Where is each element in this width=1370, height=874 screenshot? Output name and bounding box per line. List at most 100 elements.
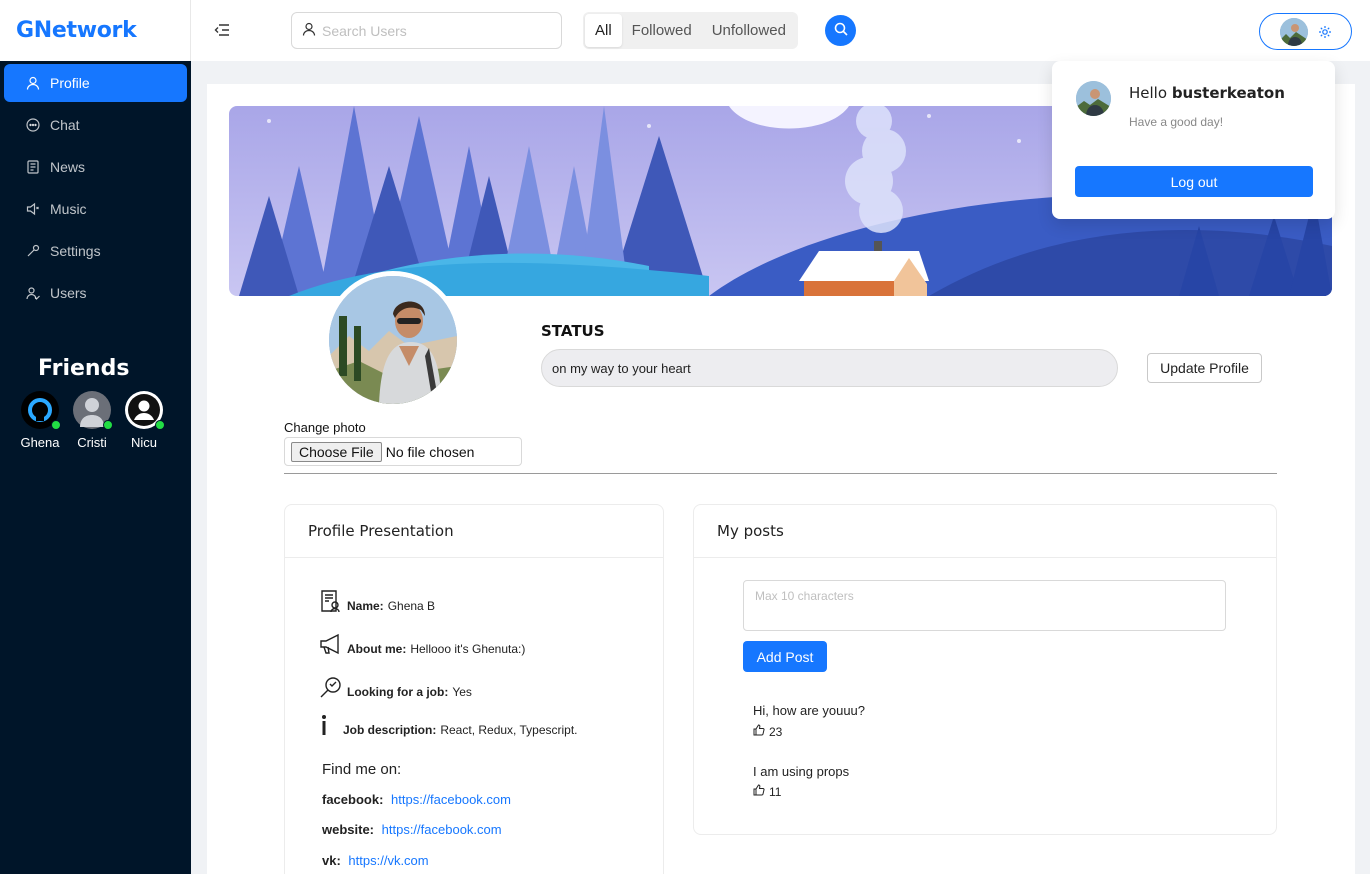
news-icon: [26, 160, 40, 174]
user-filter-segmented: All Followed Unfollowed: [583, 12, 798, 49]
about-value: Hellooo it's Ghenuta:): [410, 642, 526, 656]
like-icon: [753, 724, 769, 739]
social-label: website:: [322, 822, 375, 837]
social-link[interactable]: https://facebook.com: [391, 792, 511, 807]
file-status: No file chosen: [385, 443, 475, 460]
side-menu: Profile Chat News Music Settings Users: [0, 61, 191, 312]
search-users-field[interactable]: [291, 12, 562, 49]
profile-avatar[interactable]: [324, 271, 462, 409]
sidebar-item-label: Users: [50, 285, 87, 301]
friend-item[interactable]: Ghena: [14, 391, 66, 450]
username: busterkeaton: [1171, 84, 1285, 102]
change-photo-label: Change photo: [284, 420, 366, 435]
friend-name: Ghena: [20, 435, 60, 450]
logo-area: GNetwork: [0, 0, 191, 61]
card-title: My posts: [694, 505, 1276, 558]
greeting-text: Hello: [1129, 84, 1168, 102]
greeting-subtitle: Have a good day!: [1129, 115, 1224, 129]
about-row: About me: Hellooo it's Ghenuta:): [319, 632, 525, 656]
online-indicator: [51, 420, 61, 430]
search-button[interactable]: [825, 15, 856, 46]
greeting: Hello busterkeaton: [1129, 84, 1285, 102]
avatar: [1280, 17, 1308, 46]
name-value: Ghena B: [387, 599, 436, 613]
avatar: [1076, 81, 1111, 116]
filter-all[interactable]: All: [585, 14, 622, 47]
desc-value: React, Redux, Typescript.: [440, 723, 578, 737]
sidebar-item-label: Chat: [50, 117, 80, 133]
social-link-row: vk: https://vk.com: [322, 853, 429, 868]
filter-unfollowed[interactable]: Unfollowed: [702, 14, 796, 47]
user-icon: [302, 22, 316, 39]
user-menu-button[interactable]: [1259, 13, 1352, 50]
social-link-row: facebook: https://facebook.com: [322, 792, 511, 807]
like-count: 23: [769, 724, 783, 739]
search-input[interactable]: [322, 22, 542, 39]
friend-item[interactable]: Cristi: [66, 391, 118, 450]
name-row: Name: Ghena B: [319, 589, 435, 613]
megaphone-icon: [319, 632, 343, 656]
user-dropdown: Hello busterkeaton Have a good day! Log …: [1052, 61, 1335, 219]
job-search-icon: [319, 675, 343, 699]
sidebar-item-label: Profile: [50, 75, 90, 91]
sidebar-item-settings[interactable]: Settings: [4, 232, 187, 270]
sound-icon: [26, 202, 40, 216]
desc-row: Job description: React, Redux, Typescrip…: [319, 713, 578, 737]
sidebar-item-chat[interactable]: Chat: [4, 106, 187, 144]
post-text: Hi, how are youuu?: [753, 703, 866, 718]
sidebar-item-music[interactable]: Music: [4, 190, 187, 228]
sidebar-item-profile[interactable]: Profile: [4, 64, 187, 102]
sidebar-item-label: Music: [50, 201, 87, 217]
choose-file-button[interactable]: Choose File: [291, 441, 382, 462]
chat-icon: [26, 118, 40, 132]
sidebar-item-users[interactable]: Users: [4, 274, 187, 312]
new-post-textarea[interactable]: Max 10 characters: [743, 580, 1226, 631]
avatar: [21, 391, 61, 430]
post-likes[interactable]: 23: [753, 724, 782, 739]
sidebar-item-news[interactable]: News: [4, 148, 187, 186]
about-label: About me:: [347, 642, 407, 656]
social-label: facebook:: [322, 792, 384, 807]
job-value: Yes: [452, 685, 472, 699]
users-icon: [26, 286, 40, 300]
update-profile-button[interactable]: Update Profile: [1147, 353, 1262, 383]
filter-followed[interactable]: Followed: [622, 14, 702, 47]
tool-icon: [26, 244, 40, 258]
gear-icon: [1318, 25, 1332, 39]
status-field[interactable]: on my way to your heart: [541, 349, 1118, 387]
name-label: Name:: [347, 599, 384, 613]
avatar: [73, 391, 113, 430]
job-row: Looking for a job: Yes: [319, 675, 472, 699]
post-likes[interactable]: 11: [753, 784, 781, 799]
top-header: All Followed Unfollowed: [191, 0, 1370, 61]
social-label: vk:: [322, 853, 341, 868]
sidebar-item-label: News: [50, 159, 86, 175]
info-icon: [319, 713, 339, 737]
social-link[interactable]: https://facebook.com: [382, 822, 502, 837]
social-link-row: website: https://facebook.com: [322, 822, 502, 837]
social-link[interactable]: https://vk.com: [348, 853, 428, 868]
job-label: Looking for a job:: [347, 685, 449, 699]
menu-fold-icon[interactable]: [214, 23, 230, 37]
search-icon: [834, 22, 848, 39]
logout-button[interactable]: Log out: [1075, 166, 1313, 197]
status-text: on my way to your heart: [552, 360, 691, 376]
photo-file-input[interactable]: Choose File No file chosen: [284, 437, 522, 466]
avatar: [125, 391, 165, 430]
add-post-button[interactable]: Add Post: [743, 641, 827, 672]
friend-name: Cristi: [77, 435, 107, 450]
card-title: Profile Presentation: [285, 505, 663, 558]
sidebar-item-label: Settings: [50, 243, 101, 259]
sidebar: GNetwork Profile Chat News Music Setting…: [0, 0, 191, 874]
user-icon: [26, 76, 40, 90]
app-logo[interactable]: GNetwork: [16, 18, 137, 43]
profile-card-icon: [319, 589, 343, 613]
like-icon: [753, 784, 769, 799]
post-text: I am using props: [753, 764, 850, 779]
status-label: STATUS: [541, 322, 605, 340]
friend-name: Nicu: [130, 435, 157, 450]
find-me-label: Find me on:: [322, 761, 402, 778]
friend-item[interactable]: Nicu: [118, 391, 170, 450]
online-indicator: [103, 420, 113, 430]
divider: [284, 473, 1277, 474]
